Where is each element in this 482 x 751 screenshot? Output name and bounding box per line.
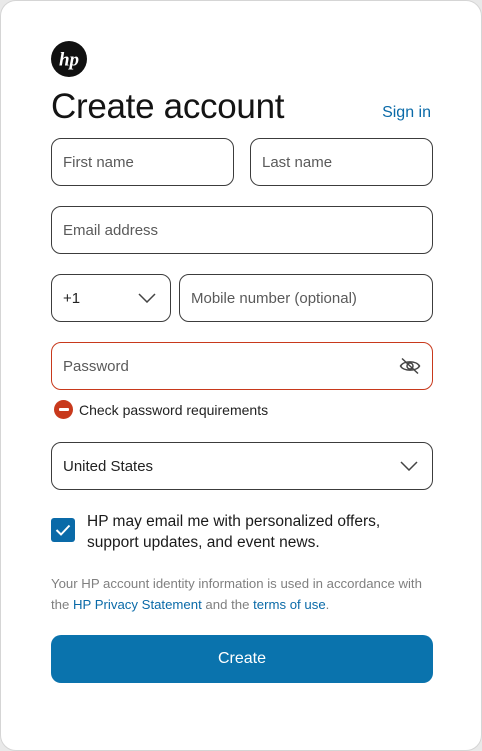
chevron-down-icon [138, 293, 156, 303]
consent-checkbox[interactable] [51, 518, 75, 542]
error-icon [54, 400, 73, 419]
password-error: Check password requirements [54, 400, 268, 419]
first-name-field[interactable]: First name [51, 138, 234, 186]
password-field[interactable]: Password [51, 342, 433, 390]
legal-middle: and the [201, 596, 254, 612]
hp-logo-icon: hp [51, 41, 87, 77]
mobile-placeholder: Mobile number (optional) [191, 289, 357, 307]
terms-of-use-link[interactable]: terms of use [253, 597, 326, 612]
create-button[interactable]: Create [51, 635, 433, 683]
last-name-field[interactable]: Last name [250, 138, 433, 186]
mobile-number-field[interactable]: Mobile number (optional) [179, 274, 433, 322]
consent-label: HP may email me with personalized offers… [87, 513, 381, 551]
page-title: Create account [51, 87, 285, 126]
email-field[interactable]: Email address [51, 206, 433, 254]
sign-in-link[interactable]: Sign in [382, 104, 431, 122]
chevron-down-icon [400, 461, 418, 471]
country-select[interactable]: United States [51, 442, 433, 490]
country-code-select[interactable]: +1 [51, 274, 171, 322]
email-placeholder: Email address [63, 221, 159, 239]
password-error-text: Check password requirements [79, 401, 269, 418]
legal-notice: Your HP account identity information is … [51, 574, 441, 615]
last-name-placeholder: Last name [262, 153, 333, 171]
legal-suffix: . [325, 596, 330, 612]
country-value: United States [63, 457, 154, 475]
svg-text:hp: hp [59, 50, 79, 71]
privacy-statement-link[interactable]: HP Privacy Statement [73, 597, 202, 612]
first-name-placeholder: First name [63, 153, 134, 171]
eye-slash-icon[interactable] [399, 357, 421, 375]
checkmark-icon [55, 524, 71, 536]
password-placeholder: Password [63, 357, 129, 375]
signup-card: hp Create account Sign in First name Las… [0, 0, 482, 751]
country-code-value: +1 [63, 289, 81, 307]
consent-row: HP may email me with personalized offers… [51, 511, 407, 553]
